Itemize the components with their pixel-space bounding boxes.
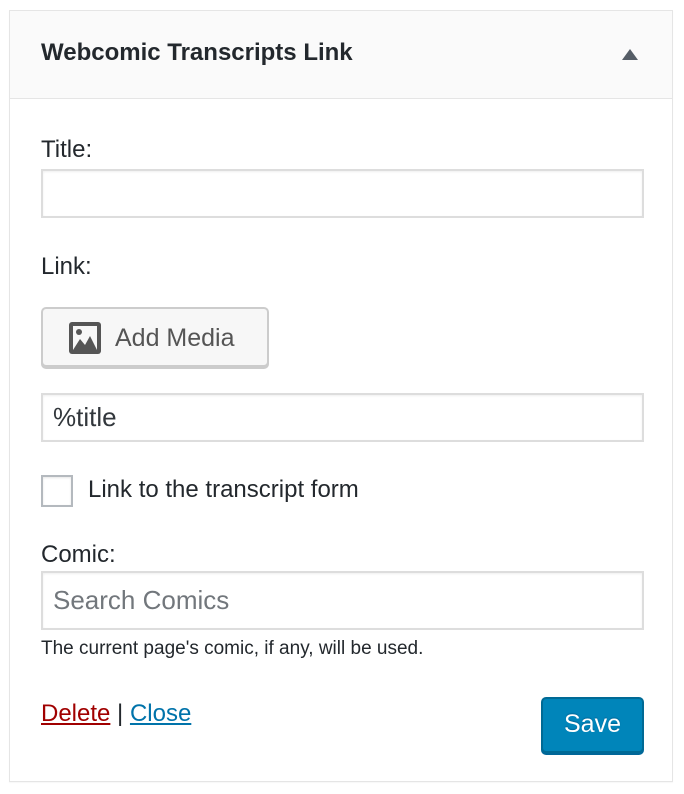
save-button[interactable]: Save: [541, 697, 644, 753]
close-link[interactable]: Close: [130, 700, 191, 727]
add-media-button[interactable]: Add Media: [41, 307, 269, 367]
triangle-up-icon[interactable]: [622, 49, 638, 60]
media-image-icon: [69, 322, 101, 354]
widget-header[interactable]: Webcomic Transcripts Link: [10, 11, 672, 99]
transcript-form-checkbox-label[interactable]: Link to the transcript form: [88, 476, 359, 504]
widget-panel: Webcomic Transcripts Link Title: Link: A…: [9, 10, 673, 782]
comic-search-input[interactable]: [41, 571, 644, 630]
title-label: Title:: [41, 136, 93, 163]
add-media-label: Add Media: [115, 324, 235, 352]
title-input[interactable]: [41, 169, 644, 218]
link-input[interactable]: [41, 393, 644, 442]
comic-label: Comic:: [41, 541, 116, 568]
link-label: Link:: [41, 253, 92, 280]
widget-title: Webcomic Transcripts Link: [41, 39, 353, 66]
comic-description: The current page's comic, if any, will b…: [41, 638, 424, 659]
widget-control-links: Delete | Close: [41, 700, 191, 728]
link-separator: |: [117, 700, 124, 727]
delete-link[interactable]: Delete: [41, 700, 110, 727]
transcript-form-checkbox[interactable]: [41, 475, 73, 507]
